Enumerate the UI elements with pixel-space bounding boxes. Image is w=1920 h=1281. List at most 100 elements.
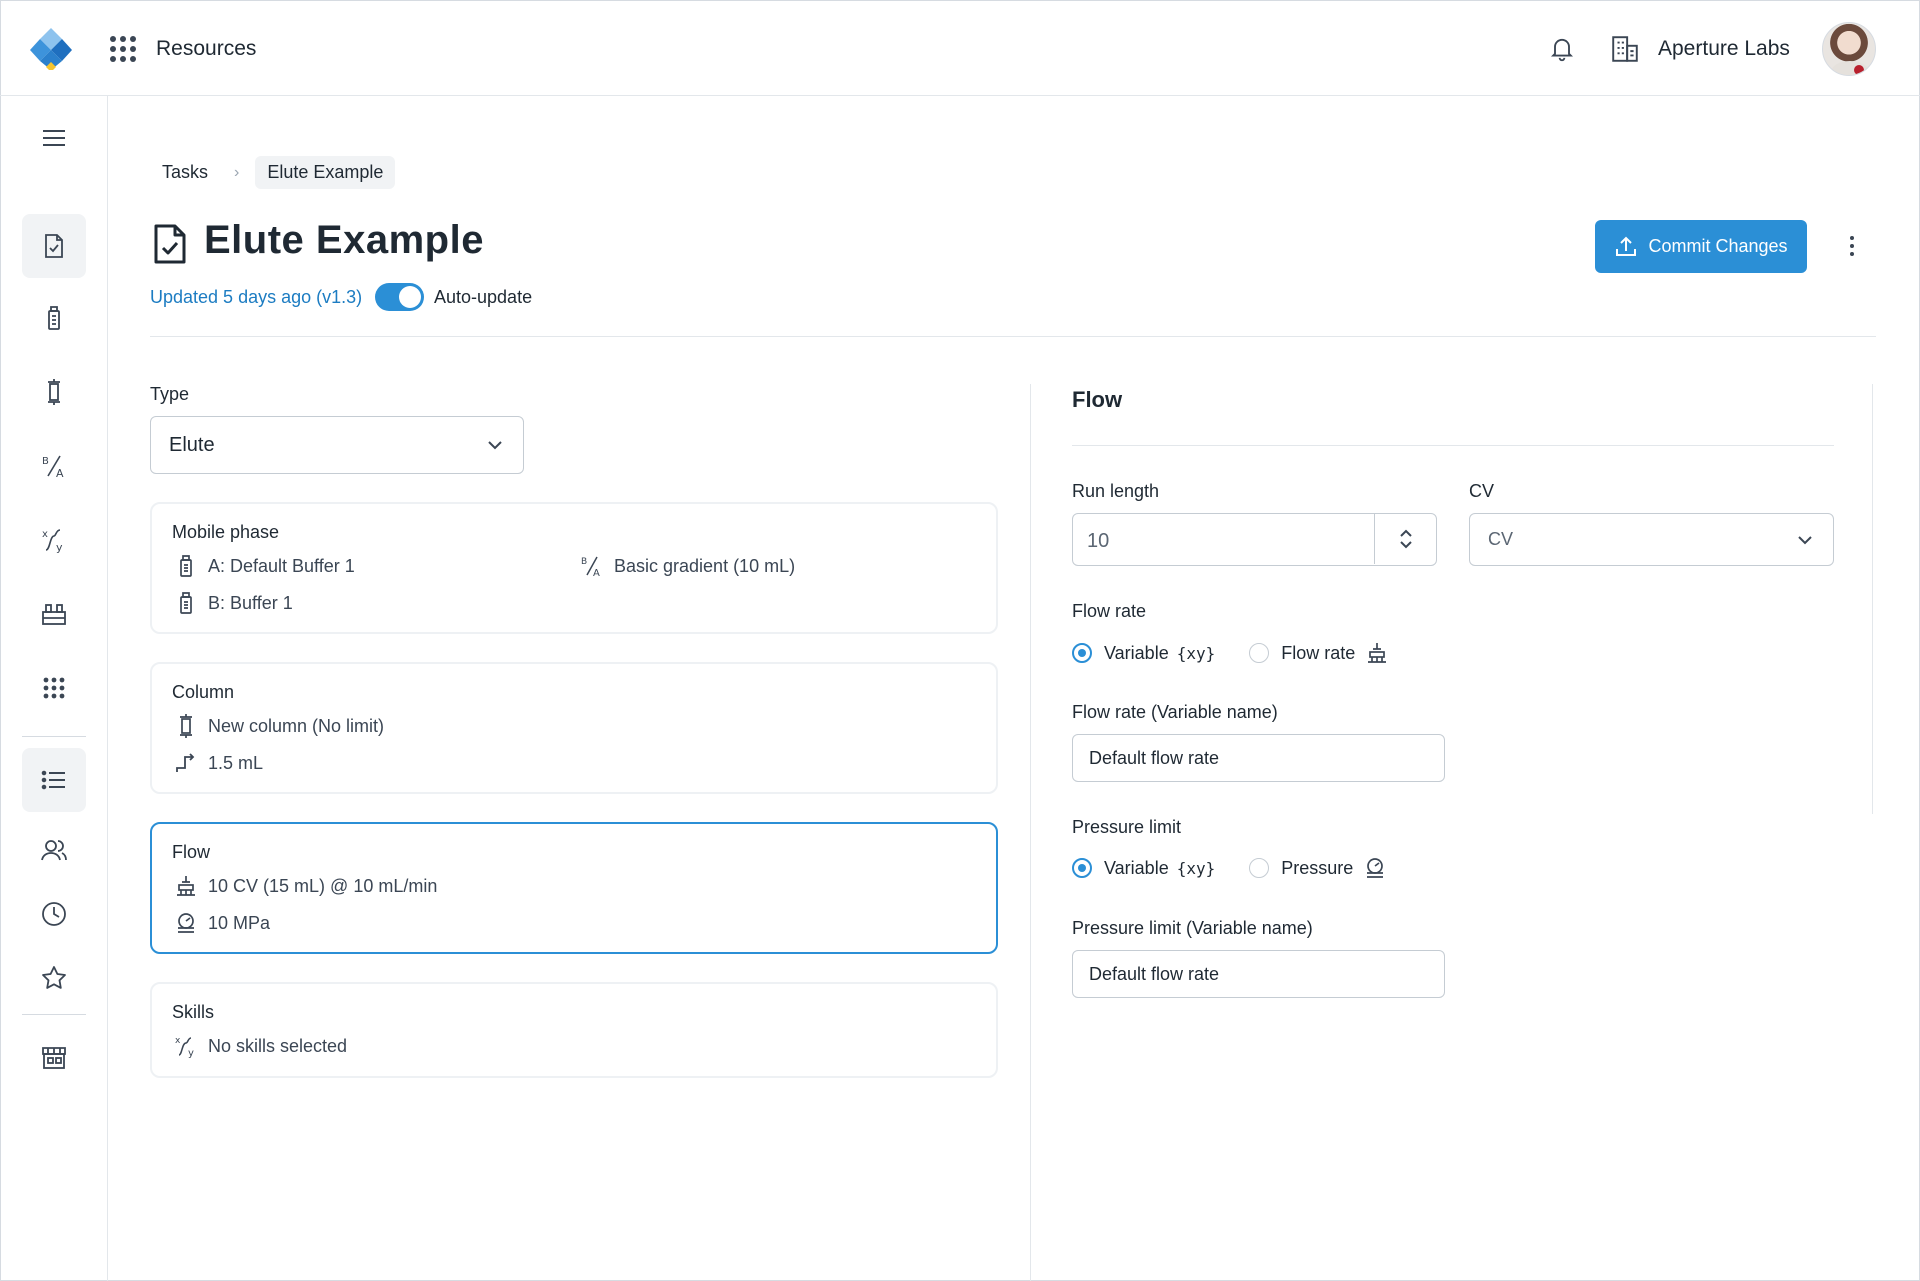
task-document-icon: [154, 224, 186, 264]
pressure-variable-value: Default flow rate: [1089, 963, 1220, 984]
column-volume-text: 1.5 mL: [208, 752, 264, 773]
pressure-fixed-label: Pressure: [1281, 857, 1354, 878]
flow-rate-radio-group: Variable {xy} Flow rate: [1072, 641, 1389, 665]
version-link[interactable]: Updated 5 days ago (v1.3): [150, 287, 362, 308]
sidebar-item-columns[interactable]: [22, 360, 86, 424]
app-grid-icon[interactable]: [110, 36, 136, 62]
bottle-icon: [180, 555, 192, 577]
chevron-right-icon: ›: [234, 163, 240, 181]
more-options-icon[interactable]: [1840, 232, 1864, 260]
svg-text:x: x: [42, 529, 48, 540]
skills-card[interactable]: Skills xy No skills selected: [150, 982, 998, 1078]
flow-rate-variable-label: Variable: [1104, 642, 1169, 663]
auto-update-toggle[interactable]: [375, 283, 424, 311]
breadcrumb-tasks[interactable]: Tasks: [150, 156, 220, 189]
org-name[interactable]: Aperture Labs: [1658, 37, 1790, 61]
svg-text:A: A: [593, 568, 600, 578]
upload-icon: [1616, 236, 1637, 256]
avatar[interactable]: [1822, 22, 1876, 76]
auto-update-label: Auto-update: [434, 287, 533, 307]
users-icon: [41, 840, 67, 861]
cv-label: CV: [1469, 481, 1495, 501]
flow-rate-variable-input[interactable]: Default flow rate: [1072, 734, 1445, 782]
stepper-arrows-icon: [1399, 529, 1412, 549]
variable-xy-icon: {xy}: [1176, 858, 1216, 878]
grid-dots-icon: [43, 677, 65, 699]
task-document-icon: [45, 234, 63, 258]
type-select-value: Elute: [169, 433, 215, 456]
column-card[interactable]: Column New column (No limit) 1.5 mL: [150, 662, 998, 794]
pressure-variable-input[interactable]: Default flow rate: [1072, 950, 1445, 998]
sidebar-item-apps[interactable]: [22, 656, 86, 720]
menu-icon[interactable]: [22, 106, 86, 170]
rack-icon: [42, 604, 66, 625]
column-name-row: New column (No limit): [174, 714, 384, 738]
gradient-row: BA Basic gradient (10 mL): [580, 554, 796, 579]
svg-text:B: B: [42, 456, 49, 467]
pressure-fixed-radio[interactable]: [1249, 858, 1270, 878]
sidebar-item-gradients[interactable]: BA: [22, 434, 86, 498]
flow-rate-fixed-label: Flow rate: [1281, 642, 1356, 663]
gradient-text: Basic gradient (10 mL): [614, 555, 796, 576]
top-title[interactable]: Resources: [156, 37, 256, 61]
run-length-input[interactable]: 10: [1072, 513, 1437, 566]
cv-select-value: CV: [1488, 529, 1514, 549]
gradient-icon: BA: [581, 556, 600, 578]
pressure-variable-radio[interactable]: [1072, 858, 1092, 878]
svg-text:x: x: [175, 1036, 181, 1046]
skills-title: Skills: [172, 1002, 215, 1022]
flow-section-divider: [1072, 445, 1834, 446]
panel-edge: [1872, 384, 1873, 814]
flow-rate-icon: [177, 876, 195, 896]
bell-icon[interactable]: [1548, 34, 1576, 62]
svg-text:B: B: [581, 557, 587, 567]
pressure-gauge-icon: [178, 913, 194, 933]
sidebar-item-buffers[interactable]: [22, 286, 86, 350]
buffer-a-row: A: Default Buffer 1: [174, 554, 355, 578]
skills-row: xy No skills selected: [174, 1034, 347, 1059]
gradient-icon: BA: [42, 455, 64, 480]
flow-card-title: Flow: [172, 842, 211, 862]
sidebar-item-store[interactable]: [22, 1026, 86, 1090]
column-divider: [1030, 384, 1031, 1281]
chevron-down-icon: [1798, 535, 1812, 544]
sidebar-item-users[interactable]: [22, 818, 86, 882]
breadcrumb-current[interactable]: Elute Example: [255, 156, 396, 189]
flow-rate-var-label: Flow rate (Variable name): [1072, 702, 1278, 722]
column-icon: [180, 714, 192, 738]
sidebar-divider: [22, 1014, 86, 1015]
sidebar-divider: [22, 736, 86, 737]
run-length-label: Run length: [1072, 481, 1160, 501]
sidebar-item-favorites[interactable]: [22, 946, 86, 1010]
column-title: Column: [172, 682, 235, 702]
logo-icon[interactable]: [30, 26, 72, 70]
commit-changes-button[interactable]: Commit Changes: [1595, 220, 1807, 273]
sidebar-item-history[interactable]: [22, 882, 86, 946]
sidebar-item-racks[interactable]: [22, 582, 86, 646]
sidebar-item-list[interactable]: [22, 748, 86, 812]
flow-rate-fixed-radio[interactable]: [1249, 643, 1270, 663]
buffer-a-text: A: Default Buffer 1: [208, 555, 355, 576]
type-select[interactable]: Elute: [150, 416, 524, 474]
store-icon: [42, 1047, 66, 1069]
flow-card[interactable]: Flow 10 CV (15 mL) @ 10 mL/min 10 MPa: [150, 822, 998, 954]
variable-xy-icon: {xy}: [1176, 643, 1216, 663]
top-bar: Resources Aperture Labs: [0, 0, 1920, 96]
flow-rate-label: Flow rate: [1072, 601, 1147, 621]
svg-text:y: y: [188, 1048, 194, 1058]
pressure-row: 10 MPa: [174, 911, 270, 935]
sidebar-item-skills[interactable]: xy: [22, 508, 86, 572]
volume-arrow-icon: [176, 753, 195, 772]
pressure-gauge-icon: [1367, 858, 1384, 878]
cv-select[interactable]: CV: [1469, 513, 1834, 566]
app-frame: [0, 0, 1920, 1281]
flow-rate-variable-radio[interactable]: [1072, 643, 1092, 663]
run-length-stepper[interactable]: [1374, 514, 1436, 564]
sidebar-item-tasks[interactable]: [22, 214, 86, 278]
pressure-radio-group: Variable {xy} Pressure: [1072, 856, 1387, 880]
bottle-icon: [180, 592, 192, 614]
flow-rate-variable-value: Default flow rate: [1089, 747, 1220, 768]
pressure-limit-label: Pressure limit: [1072, 817, 1182, 837]
mobile-phase-card[interactable]: Mobile phase A: Default Buffer 1 B: Buff…: [150, 502, 998, 634]
flow-rate-text: 10 CV (15 mL) @ 10 mL/min: [208, 875, 438, 896]
